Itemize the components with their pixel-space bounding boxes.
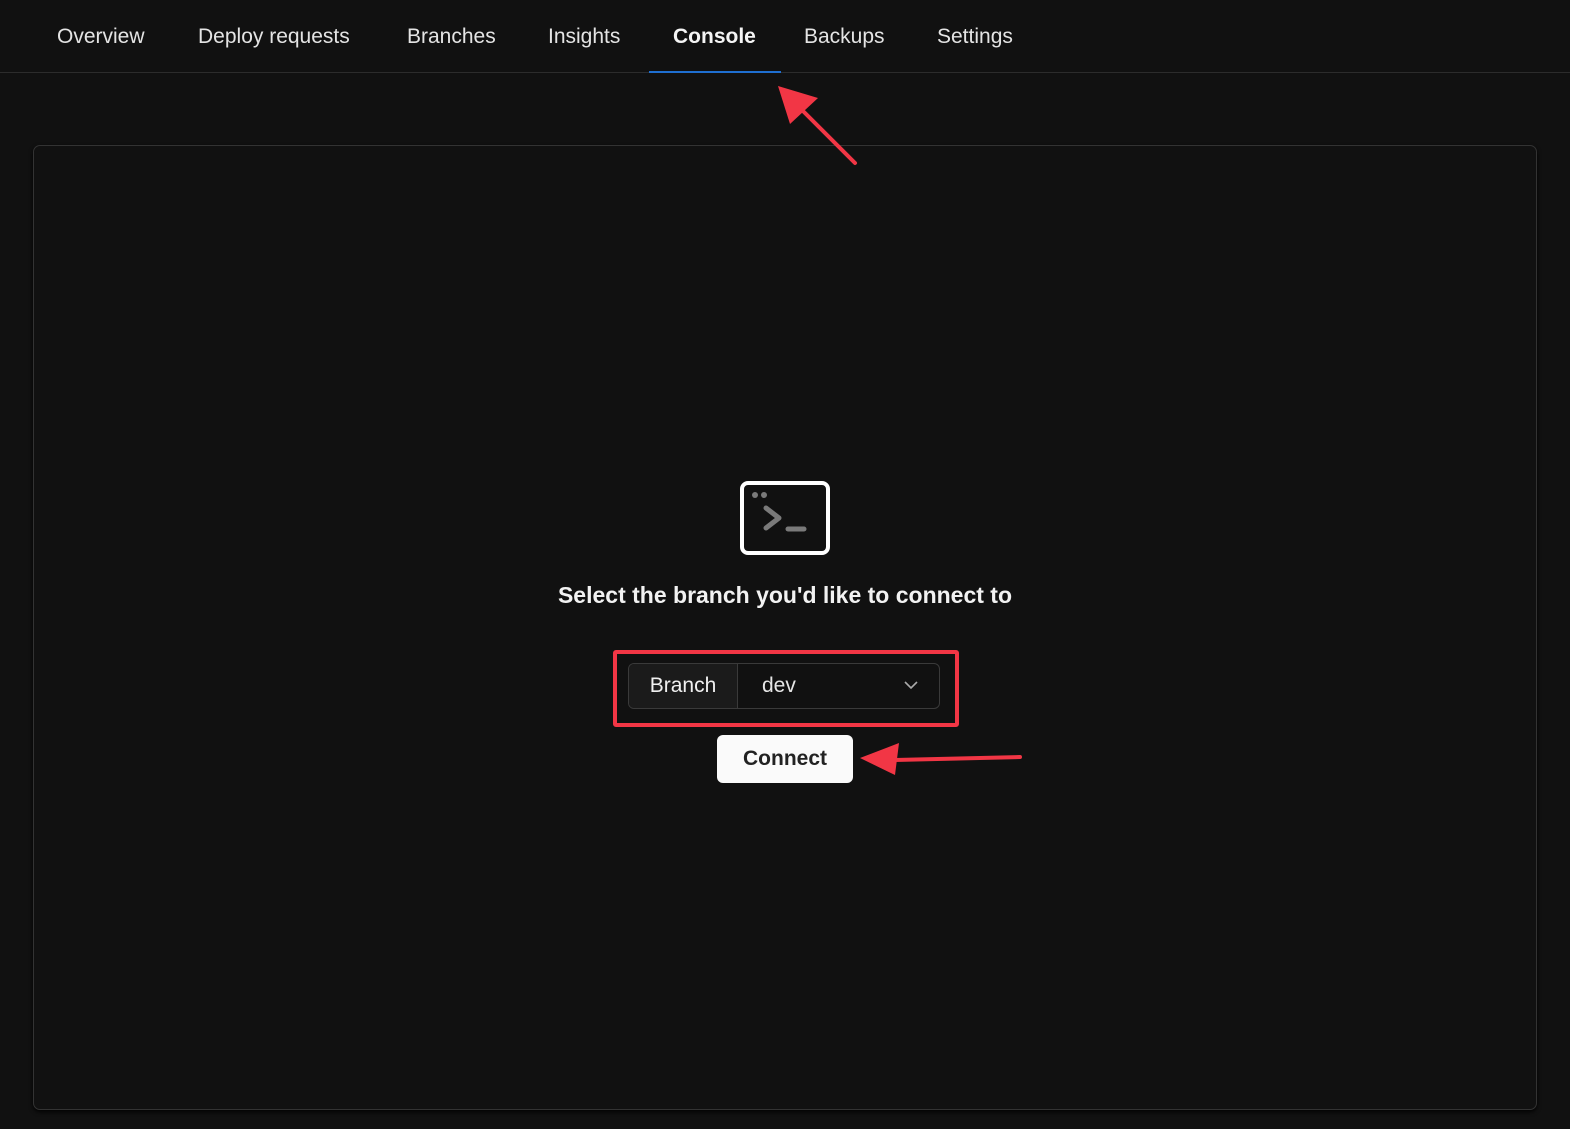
connect-button[interactable]: Connect: [717, 735, 853, 783]
nav-tabs: Overview Deploy requests Branches Insigh…: [0, 0, 1570, 73]
tab-insights[interactable]: Insights: [548, 0, 620, 72]
tab-backups[interactable]: Backups: [804, 0, 885, 72]
tab-console[interactable]: Console: [673, 0, 756, 72]
active-tab-indicator: [649, 71, 781, 73]
console-panel: [33, 145, 1537, 1110]
branch-select[interactable]: dev: [738, 664, 939, 708]
connect-prompt: Select the branch you'd like to connect …: [557, 582, 1013, 608]
tab-branches[interactable]: Branches: [407, 0, 496, 72]
branch-select-group: Branch dev: [628, 663, 940, 709]
tab-deploy-requests[interactable]: Deploy requests: [198, 0, 350, 72]
tab-overview[interactable]: Overview: [57, 0, 145, 72]
chevron-down-icon: [904, 681, 918, 690]
terminal-icon: [740, 481, 830, 555]
branch-select-value: dev: [762, 674, 796, 697]
branch-label: Branch: [629, 664, 738, 708]
tab-settings[interactable]: Settings: [937, 0, 1013, 72]
